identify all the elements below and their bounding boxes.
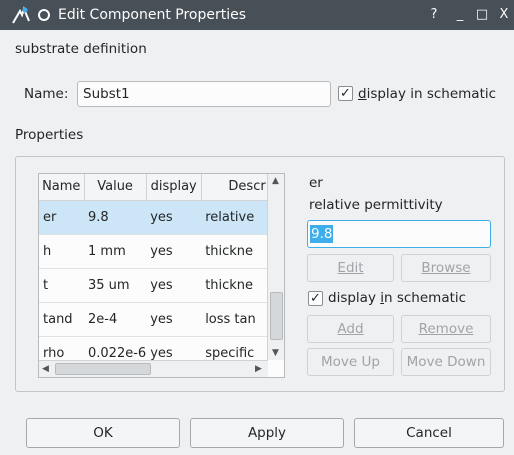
- table-row[interactable]: h 1 mm yes thickne: [39, 234, 269, 269]
- property-display-label[interactable]: display in schematic: [328, 290, 466, 306]
- browse-button[interactable]: Browse: [401, 254, 491, 282]
- horizontal-scroll-thumb[interactable]: [55, 363, 151, 375]
- property-name-label: er: [309, 175, 323, 191]
- name-input[interactable]: [77, 81, 331, 107]
- cell-name[interactable]: t: [39, 268, 84, 303]
- minimize-button[interactable]: _: [451, 6, 469, 24]
- close-button[interactable]: X: [495, 6, 513, 24]
- scroll-up-icon[interactable]: ▲: [272, 176, 279, 186]
- display-in-schematic-label[interactable]: display in schematic: [358, 86, 496, 102]
- column-header-display[interactable]: display: [146, 174, 202, 201]
- ok-button[interactable]: OK: [26, 418, 180, 448]
- edit-button[interactable]: Edit: [307, 254, 394, 282]
- table-row[interactable]: t 35 um yes thickne: [39, 268, 269, 303]
- cell-description[interactable]: thickne: [201, 234, 269, 269]
- cell-value[interactable]: 2e-4: [84, 302, 147, 337]
- apply-button[interactable]: Apply: [190, 418, 344, 448]
- maximize-button[interactable]: □: [473, 6, 491, 24]
- window-title: Edit Component Properties: [58, 7, 247, 23]
- cell-value[interactable]: 35 um: [84, 268, 147, 303]
- cell-display[interactable]: yes: [146, 234, 202, 269]
- vertical-scroll-thumb[interactable]: [270, 292, 283, 340]
- add-button[interactable]: Add: [307, 315, 394, 343]
- cell-description[interactable]: thickne: [201, 268, 269, 303]
- move-up-button[interactable]: Move Up: [307, 348, 394, 376]
- properties-table[interactable]: Name Value display Descr er 9.8 yes rela…: [38, 173, 285, 378]
- cell-description[interactable]: loss tan: [201, 302, 269, 337]
- cell-description[interactable]: relative: [201, 200, 269, 235]
- cell-name[interactable]: h: [39, 234, 84, 269]
- pin-icon[interactable]: [38, 9, 50, 21]
- cancel-button[interactable]: Cancel: [354, 418, 504, 448]
- property-display-checkbox[interactable]: ✓: [308, 291, 323, 306]
- remove-button[interactable]: Remove: [401, 315, 491, 343]
- properties-title: Properties: [15, 127, 84, 143]
- property-value-input[interactable]: 9.8: [307, 220, 491, 248]
- cell-value[interactable]: 9.8: [84, 200, 147, 235]
- help-button[interactable]: ?: [425, 6, 443, 24]
- cell-value[interactable]: 1 mm: [84, 234, 147, 269]
- component-description: substrate definition: [15, 41, 147, 57]
- name-label: Name:: [24, 86, 69, 102]
- table-row[interactable]: er 9.8 yes relative: [39, 200, 269, 235]
- display-in-schematic-checkbox[interactable]: ✓: [338, 86, 353, 101]
- cell-name[interactable]: er: [39, 200, 84, 235]
- table-row[interactable]: tand 2e-4 yes loss tan: [39, 302, 269, 337]
- scroll-down-icon[interactable]: ▼: [272, 348, 279, 358]
- property-description-label: relative permittivity: [309, 197, 443, 213]
- cell-display[interactable]: yes: [146, 302, 202, 337]
- title-bar: Edit Component Properties ? _ □ X: [0, 0, 514, 30]
- property-value-text[interactable]: 9.8: [310, 225, 334, 243]
- cell-display[interactable]: yes: [146, 268, 202, 303]
- scroll-right-icon[interactable]: ▶: [255, 364, 262, 374]
- scroll-left-icon[interactable]: ◀: [42, 364, 49, 374]
- app-logo-icon: [12, 6, 30, 24]
- column-header-name[interactable]: Name: [39, 174, 85, 201]
- move-down-button[interactable]: Move Down: [401, 348, 491, 376]
- column-header-value[interactable]: Value: [84, 174, 147, 201]
- column-header-description[interactable]: Descr: [201, 174, 269, 201]
- vertical-scrollbar[interactable]: ▲ ▼: [267, 174, 284, 360]
- cell-display[interactable]: yes: [146, 200, 202, 235]
- cell-name[interactable]: tand: [39, 302, 84, 337]
- horizontal-scrollbar[interactable]: ◀ ▶: [39, 360, 268, 377]
